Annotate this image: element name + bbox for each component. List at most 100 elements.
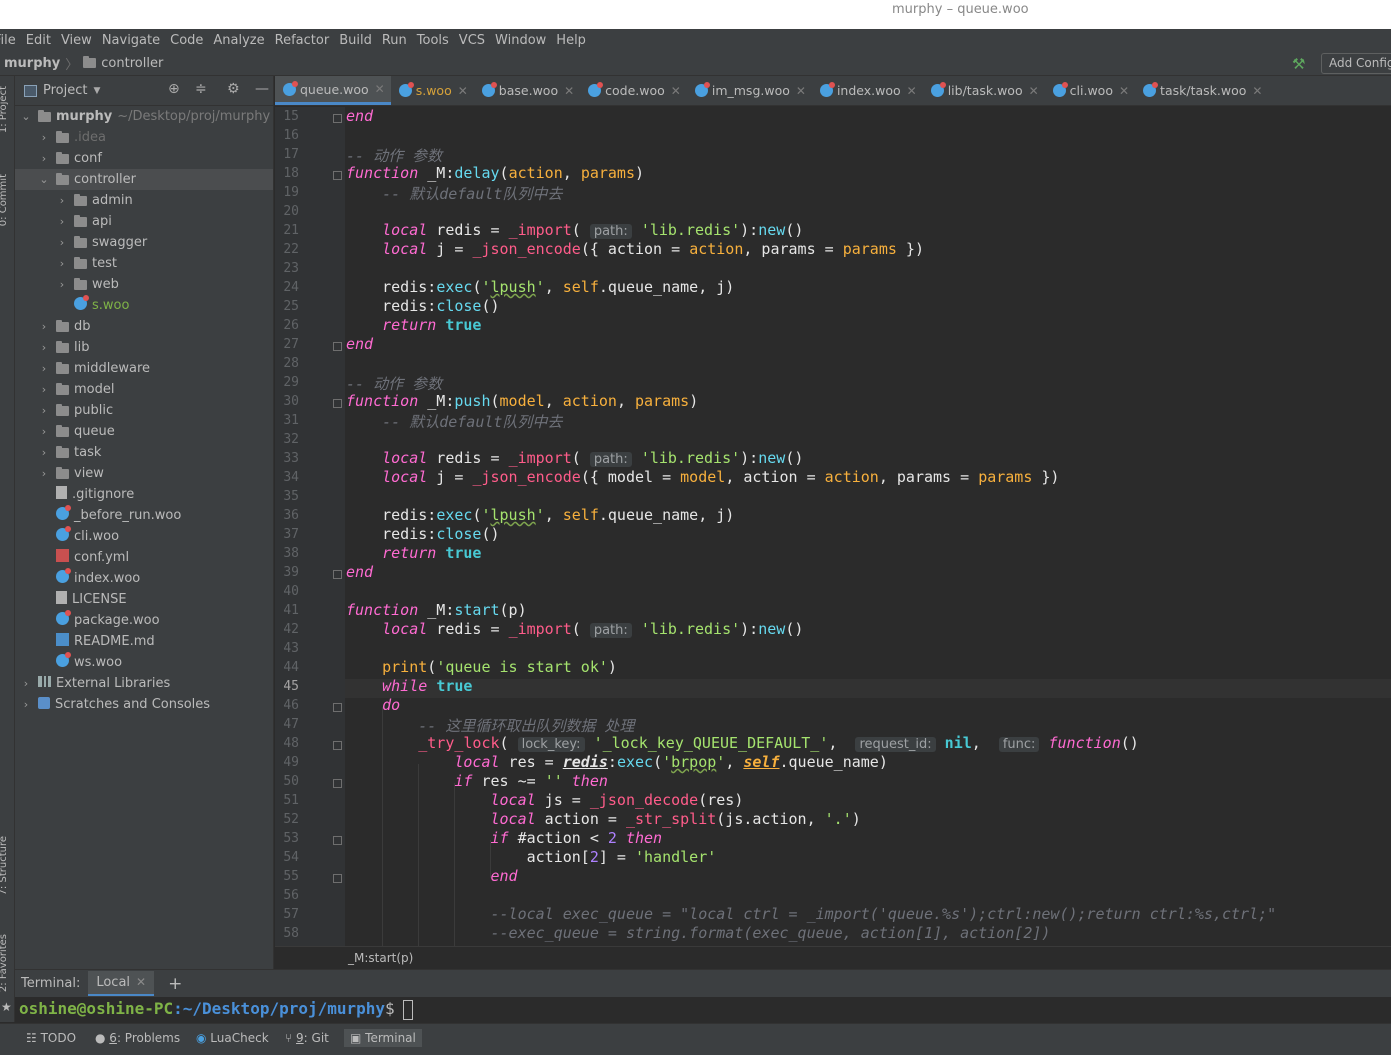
tab-s-woo[interactable]: s.woo ✕ [391,76,474,105]
chevron-right-icon[interactable]: › [38,362,50,375]
menu-code[interactable]: Code [170,33,203,48]
tree-root-murphy[interactable]: ⌄ murphy ~/Desktop/proj/murphy [15,106,273,127]
chevron-right-icon[interactable]: › [38,467,50,480]
tab-base-woo[interactable]: base.woo ✕ [474,76,580,105]
fold-marker-icon[interactable] [333,703,342,712]
close-icon[interactable]: ✕ [1029,84,1039,98]
terminal-tab-local[interactable]: Local ✕ [88,971,155,996]
tree-item-lib[interactable]: › lib [15,337,273,358]
tree-item-s-woo[interactable]: s.woo [15,295,273,316]
code-editor[interactable]: 15 16 17 18 19 20 21 22 23 24 25 26 27 2… [275,107,1391,946]
tree-item-web[interactable]: › web [15,274,273,295]
tab-task-task-woo[interactable]: task/task.woo ✕ [1135,76,1268,105]
tab-queue-woo[interactable]: queue.woo ✕ [275,76,391,105]
tree-item-readme[interactable]: README.md [15,631,273,652]
chevron-right-icon[interactable]: › [56,257,68,270]
menu-analyze[interactable]: Analyze [213,33,264,48]
close-icon[interactable]: ✕ [136,975,146,989]
tool-tab-project[interactable]: 1: Project [0,86,9,133]
fold-marker-icon[interactable] [333,342,342,351]
menu-navigate[interactable]: Navigate [102,33,160,48]
tab-cli-woo[interactable]: cli.woo ✕ [1045,76,1135,105]
locate-file-icon[interactable]: ⊕ [168,81,180,97]
fold-marker-icon[interactable] [333,874,342,883]
fold-marker-icon[interactable] [333,399,342,408]
add-configuration-button[interactable]: Add Config [1321,53,1391,74]
tab-lib-task-woo[interactable]: lib/task.woo ✕ [923,76,1045,105]
fold-marker-icon[interactable] [333,570,342,579]
tree-item-queue[interactable]: › queue [15,421,273,442]
chevron-right-icon[interactable]: › [20,677,32,690]
chevron-down-icon[interactable]: ⌄ [38,173,50,186]
new-terminal-icon[interactable]: + [168,974,182,994]
close-icon[interactable]: ✕ [907,84,917,98]
menu-help[interactable]: Help [556,33,586,48]
tree-item-gitignore[interactable]: .gitignore [15,484,273,505]
tree-item-index[interactable]: index.woo [15,568,273,589]
breadcrumb-function[interactable]: _M:start(p) [348,951,413,965]
tree-item-license[interactable]: LICENSE [15,589,273,610]
fold-marker-icon[interactable] [333,779,342,788]
chevron-right-icon[interactable]: › [56,215,68,228]
menu-run[interactable]: Run [382,33,407,48]
breadcrumb-folder[interactable]: controller [101,56,163,71]
fold-marker-icon[interactable] [333,171,342,180]
tool-button-luacheck[interactable]: ◉ LuaCheck [190,1029,275,1047]
hide-panel-icon[interactable]: — [255,81,269,97]
tree-item-model[interactable]: › model [15,379,273,400]
chevron-right-icon[interactable]: › [38,446,50,459]
collapse-all-icon[interactable]: ≑ [195,81,207,97]
fold-marker-icon[interactable] [333,741,342,750]
tree-item-before-run[interactable]: _before_run.woo [15,505,273,526]
tool-button-problems[interactable]: ● 6: Problems [89,1029,186,1047]
build-hammer-icon[interactable]: ⚒ [1292,55,1305,73]
tree-item-test[interactable]: › test [15,253,273,274]
tree-item-ws[interactable]: ws.woo [15,652,273,673]
project-view-title[interactable]: Project [43,83,87,98]
chevron-down-icon[interactable]: ▼ [93,86,100,96]
terminal-console[interactable]: oshine@oshine-PC:~/Desktop/proj/murphy$ [15,997,1391,1023]
breadcrumb-project[interactable]: murphy [4,56,60,71]
chevron-right-icon[interactable]: › [38,152,50,165]
menu-view[interactable]: View [61,33,92,48]
tree-item-admin[interactable]: › admin [15,190,273,211]
menu-vcs[interactable]: VCS [459,33,485,48]
tab-im-msg-woo[interactable]: im_msg.woo ✕ [687,76,812,105]
tree-item-middleware[interactable]: › middleware [15,358,273,379]
tree-item-view[interactable]: › view [15,463,273,484]
fold-marker-icon[interactable] [333,114,342,123]
tree-item-scratches[interactable]: › Scratches and Consoles [15,694,273,715]
close-icon[interactable]: ✕ [1119,84,1129,98]
chevron-right-icon[interactable]: › [56,278,68,291]
chevron-right-icon[interactable]: › [56,194,68,207]
menu-tools[interactable]: Tools [417,33,449,48]
tool-button-git[interactable]: ⑂ 9: Git [279,1029,335,1047]
tree-item-package[interactable]: package.woo [15,610,273,631]
chevron-right-icon[interactable]: › [38,383,50,396]
chevron-right-icon[interactable]: › [38,131,50,144]
tab-code-woo[interactable]: code.woo ✕ [580,76,687,105]
tool-button-todo[interactable]: ☷ TODO [20,1029,82,1047]
tree-item-external-libraries[interactable]: › External Libraries [15,673,273,694]
menu-build[interactable]: Build [339,33,372,48]
chevron-right-icon[interactable]: › [38,341,50,354]
close-icon[interactable]: ✕ [375,82,385,96]
fold-marker-icon[interactable] [333,836,342,845]
close-icon[interactable]: ✕ [458,84,468,98]
tree-item-db[interactable]: › db [15,316,273,337]
chevron-right-icon[interactable]: › [20,698,32,711]
tool-tab-structure[interactable]: 7: Structure [0,836,9,895]
chevron-right-icon[interactable]: › [38,425,50,438]
tree-item-controller[interactable]: ⌄ controller [15,169,273,190]
tree-item-task[interactable]: › task [15,442,273,463]
tree-item-idea[interactable]: › .idea [15,127,273,148]
favorites-star-icon[interactable]: ★ [1,1000,12,1014]
tree-item-conf[interactable]: › conf [15,148,273,169]
chevron-right-icon[interactable]: › [38,404,50,417]
tool-button-terminal[interactable]: ▣ Terminal [344,1029,422,1047]
close-icon[interactable]: ✕ [564,84,574,98]
tree-item-api[interactable]: › api [15,211,273,232]
tree-item-public[interactable]: › public [15,400,273,421]
chevron-right-icon[interactable]: › [56,236,68,249]
menu-refactor[interactable]: Refactor [275,33,330,48]
